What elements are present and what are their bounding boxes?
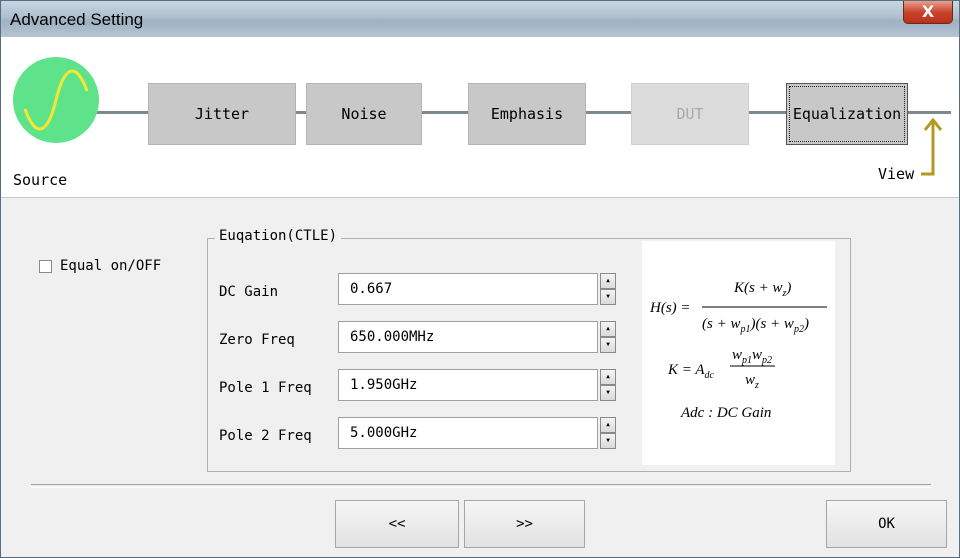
pole2-freq-up-button[interactable]: ▲ [600,417,616,433]
ok-button[interactable]: OK [826,500,947,548]
svg-text:K = Adc: K = Adc [667,362,715,381]
dc-gain-label: DC Gain [219,284,279,300]
equal-toggle-label: Equal on/OFF [60,258,162,274]
source-label: Source [13,171,68,189]
close-button[interactable]: X [903,1,953,24]
sine-wave-icon [23,69,89,131]
dut-stage-label: DUT [676,105,704,123]
equal-checkbox[interactable] [39,259,52,273]
pole1-freq-up-button[interactable]: ▲ [600,369,616,385]
signal-chain-diagram: Source Jitter Noise Emphasis DUT Equaliz… [1,37,959,198]
window-title: Advanced Setting [10,10,144,29]
svg-text:K(s + wz): K(s + wz) [733,280,791,299]
pole1-freq-down-button[interactable]: ▼ [600,385,616,401]
ctle-formula: H(s) = K(s + wz) (s + wp1)(s + wp2) K = … [649,280,827,421]
equalization-stage-label: Equalization [792,105,902,123]
jitter-stage-label: Jitter [194,105,250,123]
pole1-freq-spinner: ▲ ▼ [600,369,616,401]
equation-group-title: Euqation(CTLE) [215,228,342,244]
svg-text:wp1wp2: wp1wp2 [732,347,772,366]
settings-panel: Equal on/OFF Euqation(CTLE) DC Gain 0.66… [1,198,959,557]
ctle-formula-panel: H(s) = K(s + wz) (s + wp1)(s + wp2) K = … [642,241,835,465]
footer-separator [31,484,931,488]
dc-gain-up-button[interactable]: ▲ [600,273,616,289]
emphasis-stage-button[interactable]: Emphasis [468,83,586,145]
equal-toggle[interactable]: Equal on/OFF [39,258,161,274]
dut-stage-button[interactable]: DUT [631,83,749,145]
pole1-freq-input[interactable]: 1.950GHz [338,369,598,401]
pole2-freq-input[interactable]: 5.000GHz [338,417,598,449]
jitter-stage-button[interactable]: Jitter [148,83,296,145]
previous-button[interactable]: << [335,500,459,548]
zero-freq-input[interactable]: 650.000MHz [338,321,598,353]
pole2-freq-down-button[interactable]: ▼ [600,433,616,449]
noise-stage-label: Noise [341,105,387,123]
advanced-setting-window: Advanced Setting X Source Jitter Noise E… [0,0,960,558]
formula-adc-label: Adc : DC Gain [680,405,771,421]
zero-freq-down-button[interactable]: ▼ [600,337,616,353]
dc-gain-down-button[interactable]: ▼ [600,289,616,305]
view-label: View [878,165,915,183]
zero-freq-spinner: ▲ ▼ [600,321,616,353]
pole1-freq-label: Pole 1 Freq [219,380,312,396]
noise-stage-button[interactable]: Noise [306,83,422,145]
source-icon[interactable] [13,57,99,143]
formula-numerator: K(s + w [733,280,782,296]
pole2-freq-spinner: ▲ ▼ [600,417,616,449]
formula-denominator: (s + w [702,316,740,332]
formula-k-line: K = A [667,362,705,378]
formula-lhs: H(s) = [649,300,691,316]
svg-text:(s + wp1)(s + wp2): (s + wp1)(s + wp2) [702,316,809,335]
dc-gain-input[interactable]: 0.667 [338,273,598,305]
pole2-freq-label: Pole 2 Freq [219,428,312,444]
next-button[interactable]: >> [464,500,585,548]
view-arrow-icon [921,117,943,176]
emphasis-stage-label: Emphasis [490,105,564,123]
title-bar[interactable]: Advanced Setting X [1,1,959,37]
zero-freq-up-button[interactable]: ▲ [600,321,616,337]
equalization-stage-button[interactable]: Equalization [786,83,908,145]
svg-text:wz: wz [745,372,759,391]
zero-freq-label: Zero Freq [219,332,295,348]
equalization-focus-frame: Equalization [789,86,905,142]
dc-gain-spinner: ▲ ▼ [600,273,616,305]
